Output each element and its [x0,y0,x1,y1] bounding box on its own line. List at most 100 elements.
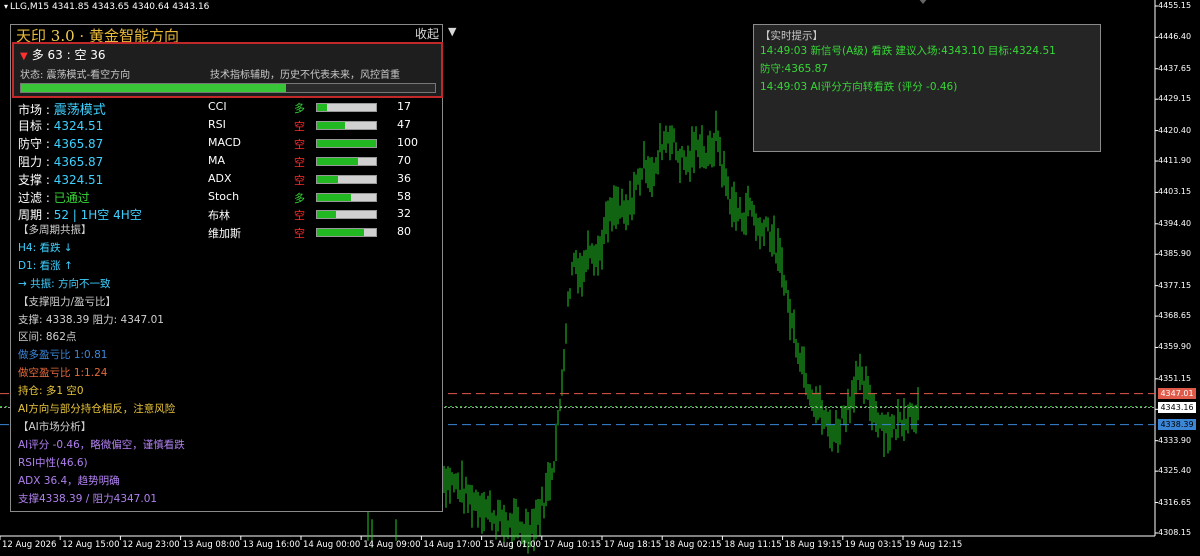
indicator-bar [316,210,377,220]
indicator-row: MACD 空 100 [208,136,438,152]
stat-value: 4324.51 [53,118,104,133]
time-axis-label: 19 Aug 12:15 [905,540,963,550]
alert-line: 防守:4365.87 [760,63,828,75]
time-axis-label: 13 Aug 16:00 [242,540,301,550]
indicator-direction: 空 [294,119,305,133]
chart-window[interactable]: ▾ LLG,M15 4341.85 4343.65 4340.64 4343.16… [0,0,1200,556]
analysis-line: 做空盈亏比 1:1.24 [18,367,108,380]
time-axis-label: 14 Aug 09:00 [363,540,421,550]
dropdown-triangle-icon[interactable]: ▾ [4,2,8,11]
analysis-line: 【AI市场分析】 [18,420,92,433]
indicator-value: 36 [397,171,411,185]
price-axis-label: 4437.65 [1158,63,1192,73]
indicator-value: 17 [397,100,411,113]
stat-value: 4365.87 [53,136,104,151]
analysis-line: 做多盈亏比 1:0.81 [18,349,108,362]
indicator-direction: 空 [294,137,305,151]
indicator-bar-fill [317,193,352,201]
indicator-direction: 空 [294,209,305,223]
analysis-line: 支撑: 4338.39 阻力: 4347.01 [18,313,164,326]
signal-status: 状态: 震荡模式-看空方向 [20,70,131,81]
indicator-direction: 空 [294,227,305,241]
indicator-bar [316,228,377,238]
indicator-bar [316,103,377,112]
price-axis-label: 4316.65 [1158,497,1192,507]
analysis-line: 【支撑阻力/盈亏比】 [18,295,117,308]
analysis-line: 【多周期共振】 [18,224,92,236]
signal-ratio: ▼ 多 63 : 空 36 [20,46,106,63]
time-axis-label: 14 Aug 17:00 [423,540,481,550]
stat-value: 52 | 1H空 4H空 [53,208,142,223]
indicator-name: CCI [208,100,227,113]
indicator-row: MA 空 70 [208,154,438,170]
stat-label: 目标 : [18,118,54,133]
analysis-line: 支撑4338.39 / 阻力4347.01 [18,492,158,505]
time-axis-label: 18 Aug 02:15 [664,540,722,550]
indicator-value: 100 [397,135,418,149]
time-axis-label: 13 Aug 08:00 [182,540,240,550]
signal-ratio-text: 多 63 : 空 36 [31,48,106,62]
indicator-bar-fill [317,157,359,165]
time-axis-label: 18 Aug 11:15 [724,540,782,550]
stat-row: 目标 : 4324.51 [18,117,103,134]
price-axis-label: 4394.40 [1158,218,1192,228]
indicator-name: Stoch [208,189,240,203]
price-axis-label: 4351.15 [1158,373,1192,383]
indicator-name: RSI [208,117,226,131]
indicator-row: ADX 空 36 [208,172,438,188]
signal-progress-fill [21,84,286,92]
indicator-bar-fill [317,104,328,111]
indicator-value: 47 [397,117,411,131]
analysis-line: 区间: 862点 [18,331,77,344]
stat-row: 过滤 : 已通过 [18,189,90,206]
stat-row: 市场 : 震荡模式 [18,99,106,118]
stat-value: 4324.51 [53,172,104,187]
stat-value: 已通过 [53,190,90,205]
price-tag[interactable]: 4343.16 [1158,401,1196,413]
analysis-line: H4: 看跌 ↓ [18,241,73,254]
alert-line: 14:49:03 AI评分方向转看跌 (评分 -0.46) [760,81,958,93]
signal-progress-bar [20,83,436,93]
indicator-bar-fill [317,139,376,147]
price-axis-label: 4420.40 [1158,125,1192,135]
time-axis-label: 15 Aug 01:00 [483,540,541,550]
time-axis-label: 17 Aug 10:15 [543,540,602,550]
indicator-row: RSI 空 47 [208,118,438,134]
indicator-row: 布林 空 32 [208,207,438,223]
analysis-line: AI评分 -0.46，略微偏空，谨慎看跌 [18,438,185,451]
price-axis-label: 4403.15 [1158,187,1192,197]
stat-label: 周期 : [18,208,54,223]
price-axis-label: 4333.90 [1158,435,1192,445]
stat-row: 支撑 : 4324.51 [18,171,103,188]
realtime-alert-panel: 【实时提示】 14:49:03 新信号(A级) 看跌 建议入场:4343.10 … [753,24,1101,152]
time-axis-label: 18 Aug 19:15 [784,540,842,550]
analysis-line: D1: 看涨 ↑ [18,259,73,272]
indicator-direction: 空 [294,173,305,187]
analysis-line: 持仓: 多1 空0 [18,385,84,398]
indicator-row: 维加斯 空 80 [208,225,438,241]
price-axis-label: 4455.15 [1158,1,1192,10]
indicator-bar-fill [317,229,365,237]
indicator-name: MA [208,153,226,167]
indicator-bar [316,156,377,166]
indicator-direction: 多 [294,191,305,205]
price-tag[interactable]: 4338.39 [1158,419,1196,431]
analysis-line: AI方向与部分持仓相反，注意风险 [18,403,176,415]
collapse-arrow-icon[interactable]: ▼ [448,25,456,38]
price-tag[interactable]: 4347.01 [1158,388,1196,400]
stat-row: 阻力 : 4365.87 [18,153,103,170]
analysis-line: RSI中性(46.6) [18,456,88,469]
stat-value: 4365.87 [53,154,104,169]
price-axis-label: 4446.40 [1158,32,1192,42]
price-axis-label: 4385.90 [1158,249,1192,259]
signal-disclaimer: 技术指标辅助，历史不代表未来，风控首重 [210,70,400,81]
scroll-marker-icon[interactable] [918,0,928,4]
indicator-name: 维加斯 [208,227,241,241]
collapse-button[interactable]: 收起 [415,25,439,42]
time-axis-label: 12 Aug 23:00 [122,540,180,550]
symbol-ohlc-text: LLG,M15 4341.85 4343.65 4340.64 4343.16 [10,2,210,12]
price-axis-label: 4308.15 [1158,528,1192,537]
price-axis-label: 4411.90 [1158,156,1192,166]
time-axis-label: 12 Aug 15:00 [62,540,120,550]
stat-label: 支撑 : [18,172,54,187]
